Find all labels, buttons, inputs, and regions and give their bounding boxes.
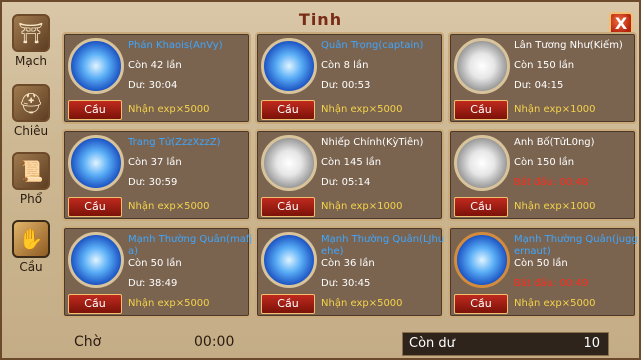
sidebar-item-label: Mạch [15, 54, 47, 68]
remaining-count: Còn 145 lần [321, 157, 382, 168]
cau-button[interactable]: Cầu [261, 294, 315, 314]
remaining-count: Còn 8 lần [321, 60, 369, 71]
cau-button[interactable]: Cầu [261, 100, 315, 120]
game-panel: Tinh X ⛩ Mạch ⛑ Chiêu 📜 Phổ ✋ Cầu Phán K… [0, 0, 641, 360]
sidebar-item-cau[interactable]: ✋ Cầu [6, 220, 56, 274]
scroll-icon: 📜 [12, 152, 50, 190]
remaining-count: Còn 42 lần [128, 60, 182, 71]
cau-button[interactable]: Cầu [454, 294, 508, 314]
remaining-count: Còn 150 lần [514, 60, 575, 71]
wait-bar: Chờ 00:00 [66, 330, 376, 356]
orb-icon [68, 232, 124, 288]
orb-icon [68, 135, 124, 191]
remaining-count: Còn 150 lần [514, 157, 575, 168]
time-text: Dư: 00:53 [321, 80, 371, 91]
sidebar-item-chieu[interactable]: ⛑ Chiêu [6, 84, 56, 138]
player-card: Lân Tương Như(Kiếm) Còn 150 lần Dư: 04:15 N… [448, 32, 637, 124]
panel-title: Tinh [298, 10, 343, 29]
cards-grid: Phán Khaois(AnVy) Còn 42 lần Dư: 30:04 Nhận… [62, 32, 641, 322]
remaining-count: Còn 37 lần [128, 157, 182, 168]
orb-icon [454, 38, 510, 94]
exp-reward: Nhận exp×5000 [128, 201, 210, 212]
exp-reward: Nhận exp×5000 [514, 298, 596, 309]
exp-reward: Nhận exp×5000 [321, 298, 403, 309]
orb-icon [454, 232, 510, 288]
sidebar-item-label: Chiêu [13, 124, 49, 138]
player-name-cont: ehe) [321, 246, 344, 257]
player-name-cont: ernaut) [514, 246, 551, 257]
sidebar-item-label: Cầu [19, 260, 43, 274]
player-name: Lân Tương Như(Kiếm) [514, 40, 623, 51]
time-text: Dư: 38:49 [128, 278, 178, 289]
time-text: Dư: 04:15 [514, 80, 564, 91]
helmet-icon: ⛑ [12, 84, 50, 122]
wait-value: 00:00 [194, 334, 235, 350]
time-text: Dư: 30:59 [128, 177, 178, 188]
cau-button[interactable]: Cầu [68, 197, 122, 217]
player-name: Nhiếp Chính(KỳTiên) [321, 137, 424, 148]
exp-reward: Nhận exp×1000 [514, 104, 596, 115]
orb-icon [68, 38, 124, 94]
player-name: Trang Tử(ZzzXzzZ) [128, 137, 221, 148]
exp-reward: Nhận exp×5000 [128, 298, 210, 309]
player-card: Trang Tử(ZzzXzzZ) Còn 37 lần Dư: 30:59 Nhận… [62, 129, 251, 221]
exp-reward: Nhận exp×5000 [321, 104, 403, 115]
time-text: Dư: 30:04 [128, 80, 178, 91]
cau-button[interactable]: Cầu [261, 197, 315, 217]
sidebar-item-mach[interactable]: ⛩ Mạch [6, 14, 56, 68]
orb-icon [261, 38, 317, 94]
player-name: Mạnh Thường Quân(LJhu [321, 234, 445, 245]
exp-reward: Nhận exp×1000 [321, 201, 403, 212]
player-name: Mạnh Thường Quân(mafj [128, 234, 253, 245]
orb-icon [261, 232, 317, 288]
hand-icon: ✋ [12, 220, 50, 258]
cau-button[interactable]: Cầu [454, 197, 508, 217]
time-text: Dư: 30:45 [321, 278, 371, 289]
exp-reward: Nhận exp×1000 [514, 201, 596, 212]
player-name-cont: a) [128, 246, 139, 257]
player-card: Mạnh Thường Quân(jugg ernaut) Còn 50 lần Bắ… [448, 226, 638, 318]
player-name: Mạnh Thường Quân(jugg [514, 234, 638, 245]
wait-label: Chờ [74, 334, 102, 350]
player-name: Phán Khaois(AnVy) [128, 40, 223, 51]
sidebar-item-pho[interactable]: 📜 Phổ [6, 152, 56, 206]
sidebar-item-label: Phổ [19, 192, 43, 206]
player-card: Quân Trọng(captain) Còn 8 lần Dư: 00:53 Nhậ… [255, 32, 444, 124]
player-card: Anh Bố(TửL0ng) Còn 150 lần Bắt đầu: 00:48 N… [448, 129, 637, 221]
remain-value: 10 [583, 336, 600, 351]
player-card: Mạnh Thường Quân(LJhu ehe) Còn 36 lần Dư: 3… [255, 226, 444, 318]
cau-button[interactable]: Cầu [68, 294, 122, 314]
orb-icon [454, 135, 510, 191]
player-card: Phán Khaois(AnVy) Còn 42 lần Dư: 30:04 Nhận… [62, 32, 251, 124]
time-text: Bắt đầu: 00:48 [514, 177, 589, 188]
time-text: Dư: 05:14 [321, 177, 371, 188]
player-name: Anh Bố(TửL0ng) [514, 137, 595, 148]
remaining-count: Còn 50 lần [128, 258, 182, 269]
orb-icon [261, 135, 317, 191]
remaining-count: Còn 50 lần [514, 258, 568, 269]
pagoda-icon: ⛩ [12, 14, 50, 52]
remain-box: Còn dư 10 [402, 332, 609, 356]
exp-reward: Nhận exp×5000 [128, 104, 210, 115]
player-card: Nhiếp Chính(KỳTiên) Còn 145 lần Dư: 05:14 N… [255, 129, 444, 221]
remaining-count: Còn 36 lần [321, 258, 375, 269]
cau-button[interactable]: Cầu [68, 100, 122, 120]
time-text: Bắt đầu: 00:49 [514, 278, 589, 289]
cau-button[interactable]: Cầu [454, 100, 508, 120]
player-card: Mạnh Thường Quân(mafj a) Còn 50 lần Dư: 38:… [62, 226, 253, 318]
player-name: Quân Trọng(captain) [321, 40, 424, 51]
remain-label: Còn dư [409, 336, 455, 351]
